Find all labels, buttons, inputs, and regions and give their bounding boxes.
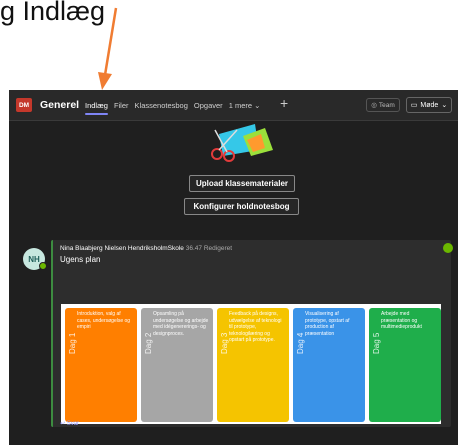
post-author[interactable]: Nina Blaabjerg Nielsen HendriksholmSkole [60, 245, 184, 252]
week-plan-image[interactable]: Dag 1 Introduktion, valg af cases, under… [61, 304, 441, 424]
post-subject: Ugens plan [60, 255, 101, 264]
tab-more[interactable]: 1 mere ⌄ [229, 101, 261, 110]
plan-card-day-4: Dag 4 Visualisering af prototype, opstar… [293, 308, 371, 422]
tab-assignments[interactable]: Opgaver [194, 101, 223, 110]
day-description: Opsamling på undersøgelse og arbejde med… [153, 311, 209, 337]
configure-notebook-button[interactable]: Konfigurer holdnotesbog [184, 198, 299, 215]
day-description: Visualisering af prototype, opstart af p… [305, 311, 350, 337]
day-label: Dag 4 [296, 332, 305, 354]
day-label: Dag 5 [372, 332, 381, 354]
day-label: Dag 2 [144, 332, 153, 354]
presence-status-icon [39, 262, 47, 270]
classroom-illustration [211, 124, 273, 162]
channel-title: Generel [40, 99, 80, 111]
meet-button[interactable]: ▭ Møde ⌄ [406, 97, 452, 113]
reaction-icon[interactable] [443, 243, 453, 253]
plan-card-day-2: Dag 2 Opsamling på undersøgelse og arbej… [141, 308, 219, 422]
plan-card-day-3: Dag 3 Feedback på designs, udvælgelse af… [217, 308, 295, 422]
plan-card-day-5: Dag 5 Arbejde med præsentation og multim… [369, 308, 441, 422]
day-description: Arbejde med præsentation og multimediepr… [381, 311, 422, 330]
reply-icon: ↩ [60, 421, 66, 427]
tab-posts[interactable]: Indlæg [85, 101, 108, 115]
tab-class-notebook[interactable]: Klassenotesbog [135, 101, 188, 110]
channel-tabs: Indlæg Filer Klassenotesbog Opgaver 1 me… [85, 101, 261, 115]
day-label: Dag 3 [220, 332, 229, 354]
team-avatar[interactable]: DM [16, 98, 32, 112]
tab-files[interactable]: Filer [114, 101, 129, 110]
upload-materials-button[interactable]: Upload klassematerialer [189, 175, 295, 192]
pointer-arrow [98, 7, 118, 90]
post-header: Nina Blaabjerg Nielsen HendriksholmSkole… [60, 245, 232, 252]
day-description: Introduktion, valg af cases, undersøgels… [77, 311, 131, 330]
team-button-label: Team [378, 101, 395, 109]
meet-button-label: Møde [420, 101, 439, 109]
day-label: Dag 1 [68, 332, 77, 354]
post-time: 36.47 [185, 245, 203, 252]
reply-label: Svar [66, 421, 80, 427]
plan-card-day-1: Dag 1 Introduktion, valg af cases, under… [65, 308, 143, 422]
team-icon: ◎ [371, 102, 377, 109]
video-camera-icon: ▭ [410, 102, 418, 109]
day-description: Feedback på designs, udvælgelse af tekno… [229, 311, 282, 343]
team-button[interactable]: ◎ Team [366, 98, 400, 112]
add-tab-icon[interactable]: + [280, 95, 288, 111]
chevron-down-icon: ⌄ [441, 102, 448, 109]
post-edited-label: Redigeret [203, 245, 233, 252]
reply-button[interactable]: ↩ Svar [60, 420, 79, 427]
teams-window: DM Generel Indlæg Filer Klassenotesbog O… [9, 90, 458, 445]
